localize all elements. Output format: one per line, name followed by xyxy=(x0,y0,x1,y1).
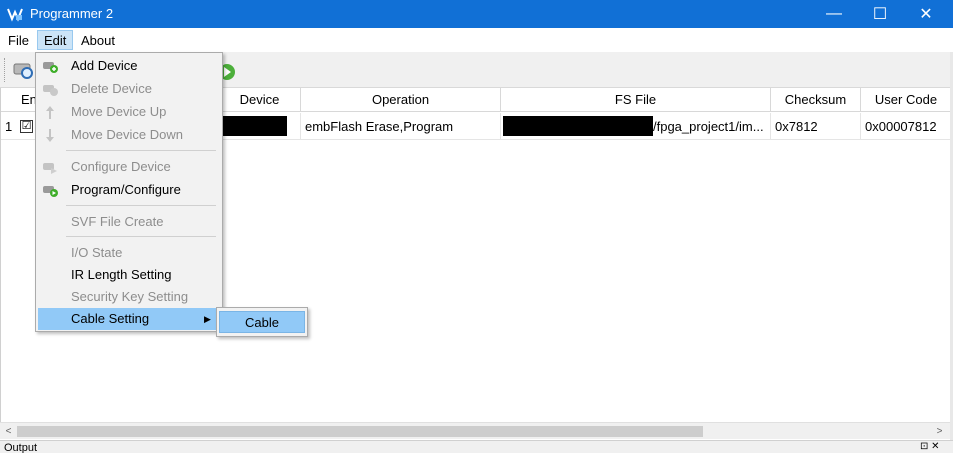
row-enable-checkbox[interactable]: ☑ xyxy=(20,120,33,133)
arrow-up-icon xyxy=(46,106,54,119)
arrow-down-icon xyxy=(46,129,54,142)
fs-file-value: /fpga_project1/im... xyxy=(653,119,764,134)
redacted-device xyxy=(219,116,287,136)
menu-file[interactable]: File xyxy=(2,31,35,51)
menu-item-label: Program/Configure xyxy=(71,182,181,197)
menu-item-delete-device[interactable]: Delete Device xyxy=(38,78,220,100)
scroll-right-icon[interactable]: > xyxy=(931,423,948,440)
menu-item-cable-setting[interactable]: Cable Setting ▶ xyxy=(38,308,220,330)
column-header-device[interactable]: Device xyxy=(219,88,301,112)
menu-item-label: SVF File Create xyxy=(71,214,164,229)
menu-item-security-key-setting[interactable]: Security Key Setting xyxy=(38,286,220,308)
window-title: Programmer 2 xyxy=(30,6,114,21)
column-header-user-code[interactable]: User Code xyxy=(861,88,951,112)
menu-separator xyxy=(66,205,216,206)
menu-edit[interactable]: Edit xyxy=(37,30,74,50)
menu-item-svf-file-create[interactable]: SVF File Create xyxy=(38,211,220,233)
menu-item-program-configure[interactable]: Program/Configure xyxy=(38,179,220,201)
operation-cell[interactable]: embFlash Erase,Program xyxy=(301,113,501,140)
menu-item-label: Move Device Down xyxy=(71,127,183,142)
output-dock-title: Output xyxy=(4,442,38,453)
delete-device-icon xyxy=(43,85,58,96)
user-code-cell[interactable]: 0x00007812 xyxy=(861,113,951,140)
add-device-icon xyxy=(43,62,58,73)
menu-item-move-device-down[interactable]: Move Device Down xyxy=(38,124,220,146)
checksum-cell[interactable]: 0x7812 xyxy=(771,113,861,140)
menu-separator xyxy=(66,150,216,151)
menu-item-label: Cable Setting xyxy=(71,311,150,326)
column-header-operation[interactable]: Operation xyxy=(301,88,501,112)
menu-item-label: I/O State xyxy=(71,245,123,260)
menu-item-label: Move Device Up xyxy=(71,104,167,119)
submenu-arrow-icon: ▶ xyxy=(204,314,211,324)
menu-about[interactable]: About xyxy=(75,31,121,51)
menu-item-io-state[interactable]: I/O State xyxy=(38,242,220,264)
minimize-icon: — xyxy=(826,5,842,22)
row-index: 1 xyxy=(5,119,13,134)
toolbar-grip[interactable] xyxy=(4,58,7,82)
dock-buttons[interactable]: ⊡ ✕ xyxy=(920,441,940,452)
menu-bar: File Edit About xyxy=(0,28,953,52)
app-logo-icon xyxy=(7,8,23,22)
redacted-file-path xyxy=(503,116,653,136)
edit-menu-dropdown: Add Device Delete Device Move Device Up … xyxy=(35,52,223,332)
menu-item-label: IR Length Setting xyxy=(71,267,172,282)
maximize-button[interactable]: ☐ xyxy=(857,0,903,28)
horizontal-scrollbar[interactable]: < > xyxy=(0,422,950,439)
title-bar: Programmer 2 — ☐ ✕ xyxy=(0,0,953,28)
program-configure-icon xyxy=(43,186,58,197)
scroll-left-icon[interactable]: < xyxy=(0,423,17,440)
menu-item-add-device[interactable]: Add Device xyxy=(38,55,220,77)
minimize-button[interactable]: — xyxy=(811,0,857,28)
fs-file-cell[interactable]: /fpga_project1/im... xyxy=(501,113,771,140)
menu-item-ir-length-setting[interactable]: IR Length Setting xyxy=(38,264,220,286)
menu-separator xyxy=(66,236,216,237)
cable-setting-submenu: Cable xyxy=(216,307,308,337)
menu-item-label: Configure Device xyxy=(71,159,171,174)
submenu-item-cable[interactable]: Cable xyxy=(219,311,305,333)
column-header-fs-file[interactable]: FS File xyxy=(501,88,771,112)
close-button[interactable]: ✕ xyxy=(903,0,949,28)
scrollbar-thumb[interactable] xyxy=(17,426,703,437)
configure-device-icon xyxy=(43,163,57,174)
menu-item-configure-device[interactable]: Configure Device xyxy=(38,156,220,178)
menu-item-move-device-up[interactable]: Move Device Up xyxy=(38,101,220,123)
column-header-checksum[interactable]: Checksum xyxy=(771,88,861,112)
menu-item-label: Add Device xyxy=(71,58,138,73)
maximize-icon: ☐ xyxy=(872,6,888,23)
device-cell[interactable] xyxy=(219,113,301,140)
output-dock: Output ⊡ ✕ xyxy=(0,440,953,453)
menu-item-label: Security Key Setting xyxy=(71,289,189,304)
close-icon: ✕ xyxy=(919,6,933,23)
menu-item-label: Delete Device xyxy=(71,81,152,96)
scan-device-icon[interactable] xyxy=(12,58,36,82)
